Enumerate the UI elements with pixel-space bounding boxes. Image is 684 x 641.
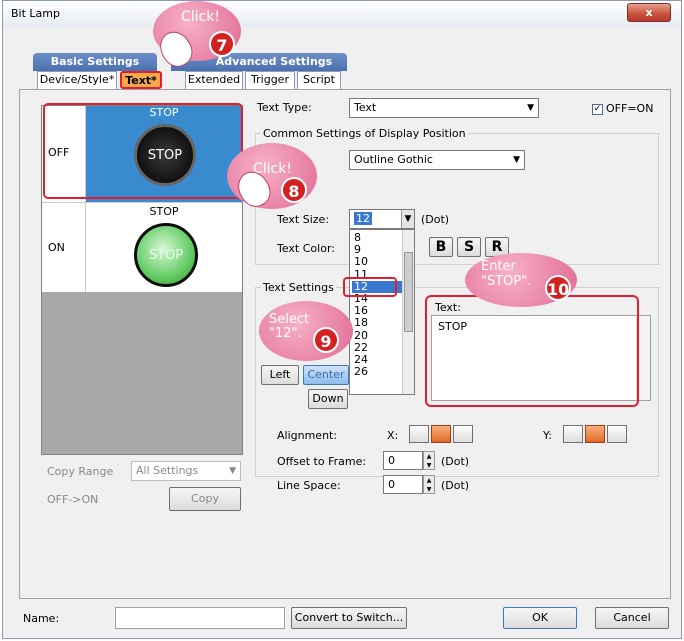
chevron-down-icon: ▼ [401,210,414,228]
tab-device-style[interactable]: Device/Style* [37,71,117,89]
align-y-bottom-button[interactable] [607,425,627,443]
copy-range-select[interactable]: All Settings ▼ [131,461,241,481]
left-button[interactable]: Left [261,365,299,385]
text-type-select[interactable]: Text ▼ [349,98,539,118]
tab-extended[interactable]: Extended [185,71,243,89]
text-type-value: Text [354,101,377,114]
font-select[interactable]: Outline Gothic ▼ [349,150,525,170]
text-size-option[interactable]: 9 [352,244,404,256]
alignment-label: Alignment: [277,429,338,442]
down-button[interactable]: Down [308,389,348,409]
off-equals-on-label: OFF=ON [606,102,654,115]
callout-9-number: 9 [313,327,339,353]
callout-10-number: 10 [545,275,571,301]
name-input[interactable] [115,607,285,629]
align-x-right-button[interactable] [453,425,473,443]
on-lamp: STOP [134,223,198,287]
text-size-option[interactable]: 20 [352,329,404,342]
align-x-left-button[interactable] [409,425,429,443]
text-size-option[interactable]: 8 [352,232,404,244]
text-size-label: Text Size: [277,213,330,226]
bold-button[interactable]: B [429,237,453,257]
text-size-option[interactable]: 24 [352,354,404,366]
text-settings-heading: Text Settings [261,281,336,294]
text-type-label: Text Type: [257,101,312,114]
copy-range-label: Copy Range [47,465,114,478]
offset-spinner[interactable]: ▲ ▼ [423,451,435,470]
on-lamp-text: STOP [148,247,184,263]
name-label: Name: [23,612,60,625]
line-space-unit: (Dot) [441,479,470,492]
off-equals-on-checkbox[interactable]: ✓ [592,104,603,115]
copy-button[interactable]: Copy [169,487,241,511]
bit-lamp-dialog: Bit Lamp x Basic Settings Advanced Setti… [2,0,682,639]
offset-input[interactable]: 0 [383,451,423,470]
tab-text[interactable]: Text* [120,71,162,89]
callout-10-text: Enter "STOP". [481,259,532,289]
on-preview[interactable]: STOP STOP [86,202,242,292]
callout-8-number: 8 [281,177,307,203]
callout-9-text: Select "12". [269,312,310,341]
align-y-middle-button[interactable] [585,425,605,443]
window-title: Bit Lamp [11,7,60,20]
copy-range-value: All Settings [136,464,199,477]
center-button[interactable]: Center [303,365,349,385]
line-space-input[interactable]: 0 [383,475,423,494]
callout-7-text: Click! [181,9,220,25]
text-size-option[interactable]: 16 [352,305,404,317]
offset-label: Offset to Frame: [277,455,367,468]
tab-trigger[interactable]: Trigger [245,71,295,89]
alignment-y-label: Y: [543,429,552,442]
callout-7-number: 7 [209,31,235,57]
off-highlight-frame [43,103,243,199]
text-size-value: 12 [354,212,372,225]
text-highlight-frame [425,295,639,407]
group-basic-settings[interactable]: Basic Settings [33,53,157,71]
text-size-dropdown-list[interactable]: 8 9 10 11 12 14 16 18 20 22 24 26 [349,229,415,395]
offset-unit: (Dot) [441,455,470,468]
on-label: ON [48,241,65,254]
ok-button[interactable]: OK [503,607,577,629]
chevron-down-icon: ▼ [513,155,520,165]
tab-script[interactable]: Script [297,71,341,89]
cancel-button[interactable]: Cancel [595,607,669,629]
convert-to-switch-button[interactable]: Convert to Switch... [291,607,407,629]
alignment-x-label: X: [387,429,399,442]
on-caption: STOP [149,205,179,218]
callout-9-bubble: Select "12". [259,301,353,361]
text-color-label: Text Color: [277,242,335,255]
line-space-label: Line Space: [277,479,341,492]
text-size-option[interactable]: 10 [352,256,404,268]
dropdown-scrollbar[interactable] [402,230,414,394]
copy-direction-label: OFF->ON [47,493,99,506]
close-button[interactable]: x [627,3,671,22]
size-12-highlight-frame [343,277,397,297]
common-settings-heading: Common Settings of Display Position [261,127,468,140]
text-size-option[interactable]: 26 [352,366,404,378]
on-row-label-cell: ON [42,202,86,292]
chevron-down-icon: ▼ [229,466,236,476]
align-x-center-button[interactable] [431,425,451,443]
text-size-option[interactable]: 22 [352,341,404,354]
dropdown-scroll-thumb[interactable] [404,252,413,332]
text-size-option[interactable]: 18 [352,317,404,329]
chevron-down-icon: ▼ [527,103,534,113]
align-y-top-button[interactable] [563,425,583,443]
line-space-spinner[interactable]: ▲ ▼ [423,475,435,494]
text-size-select[interactable]: 12 ▼ [349,209,415,229]
font-value: Outline Gothic [354,153,433,166]
title-bar: Bit Lamp x [3,1,681,27]
shadow-button[interactable]: S [457,237,481,257]
text-size-unit: (Dot) [421,213,450,226]
